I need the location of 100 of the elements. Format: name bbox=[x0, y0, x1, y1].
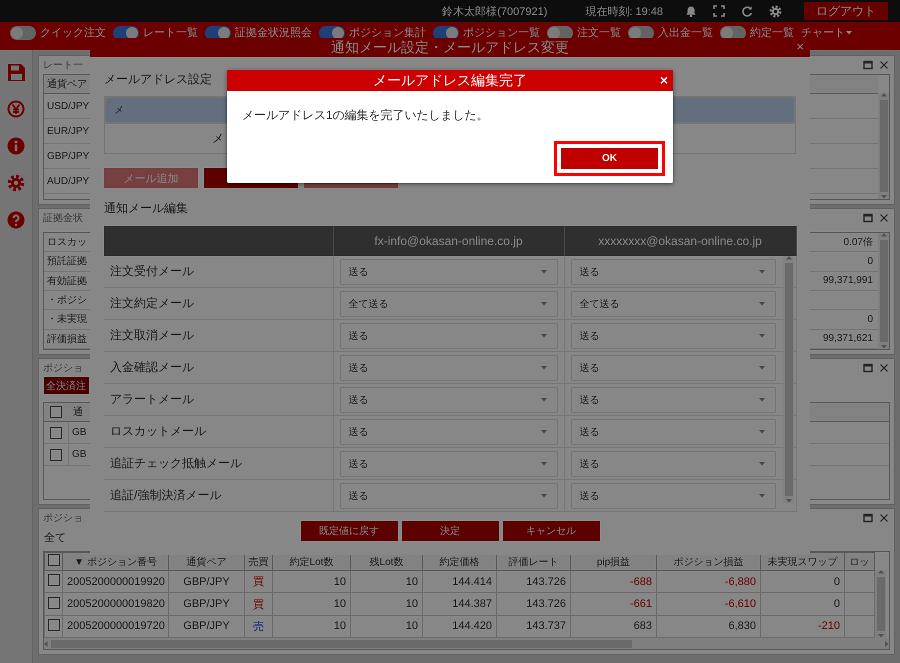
close-icon[interactable] bbox=[879, 213, 889, 223]
select-field[interactable]: 送る bbox=[570, 450, 776, 476]
scroll-up-icon[interactable] bbox=[878, 570, 884, 574]
select-field[interactable]: 送る bbox=[340, 482, 558, 508]
maximize-icon[interactable] bbox=[863, 363, 873, 373]
row-value: 99,371,991 bbox=[822, 275, 873, 286]
table-cell: 2005200000019920 bbox=[62, 570, 168, 593]
row-label: 有効証拠 bbox=[47, 274, 87, 288]
select-field[interactable]: 送る bbox=[570, 418, 776, 444]
ok-button[interactable]: OK bbox=[561, 148, 658, 169]
scroll-down-icon[interactable] bbox=[880, 195, 886, 199]
caret-icon bbox=[758, 334, 764, 338]
maximize-icon[interactable] bbox=[863, 513, 873, 523]
filter-select[interactable]: 全て bbox=[44, 532, 66, 544]
panel-title: ポジショ bbox=[43, 512, 83, 525]
caret-icon bbox=[540, 366, 546, 370]
row-label: 評価損益 bbox=[47, 332, 87, 346]
current-time: 現在時刻: 19:48 bbox=[585, 4, 663, 18]
table-cell: EUR/JPY bbox=[47, 126, 90, 136]
table-cell: GBP/JPY bbox=[47, 150, 90, 162]
toggle-switch[interactable] bbox=[433, 26, 459, 40]
table-cell: 10 bbox=[272, 570, 350, 593]
select-field[interactable]: 送る bbox=[340, 354, 558, 380]
checkbox[interactable] bbox=[50, 406, 62, 418]
toggle-switch[interactable] bbox=[628, 26, 654, 40]
scroll-up-icon[interactable] bbox=[880, 233, 886, 237]
chart-menu[interactable]: チャート bbox=[801, 25, 845, 40]
scroll-right-icon[interactable] bbox=[885, 640, 889, 646]
select-field[interactable]: 送る bbox=[570, 322, 776, 348]
select-field[interactable]: 全て送る bbox=[570, 290, 776, 316]
column-header[interactable]: ロッ bbox=[844, 552, 874, 571]
maximize-icon[interactable] bbox=[863, 213, 873, 223]
toggle-switch[interactable] bbox=[10, 26, 36, 40]
close-icon[interactable] bbox=[879, 60, 889, 70]
save-icon[interactable] bbox=[7, 63, 25, 81]
bell-icon[interactable] bbox=[685, 5, 697, 17]
caret-icon bbox=[540, 462, 546, 466]
row-label: ・未実現 bbox=[47, 312, 87, 326]
cancel-button[interactable]: キャンセル bbox=[502, 521, 600, 541]
column-header: fx-info@okasan-online.co.jp bbox=[333, 226, 564, 256]
table-cell: 10 bbox=[350, 570, 422, 593]
select-field[interactable]: 送る bbox=[570, 482, 776, 508]
scrollbar[interactable] bbox=[44, 638, 889, 649]
row-label: ロスカッ bbox=[47, 236, 87, 250]
checkbox[interactable] bbox=[48, 574, 60, 586]
checkbox[interactable] bbox=[48, 618, 60, 631]
table-cell: -6,880 bbox=[656, 570, 760, 593]
close-button[interactable]: × bbox=[796, 39, 804, 54]
toggle-switch[interactable] bbox=[205, 26, 231, 40]
scroll-down-icon[interactable] bbox=[880, 345, 886, 349]
help-icon[interactable] bbox=[7, 211, 25, 229]
table-cell: 144.387 bbox=[422, 592, 496, 616]
select-field[interactable]: 送る bbox=[340, 386, 558, 412]
toggle-switch[interactable] bbox=[319, 26, 345, 40]
scroll-down-icon[interactable] bbox=[786, 499, 792, 503]
row-label: 追証/強制決済メール bbox=[104, 480, 333, 512]
scroll-up-icon[interactable] bbox=[880, 93, 886, 97]
scroll-left-icon[interactable] bbox=[44, 640, 48, 646]
table-cell: -661 bbox=[570, 592, 656, 616]
close-button[interactable]: × bbox=[660, 72, 668, 88]
select-field[interactable]: 全て送る bbox=[340, 290, 558, 316]
info-icon[interactable] bbox=[7, 137, 25, 155]
toggle-switch[interactable] bbox=[547, 26, 573, 40]
checkbox[interactable] bbox=[48, 596, 60, 609]
scrollbar[interactable] bbox=[878, 233, 889, 349]
select-field[interactable]: 送る bbox=[340, 450, 558, 476]
scrollbar[interactable] bbox=[783, 256, 794, 503]
maximize-icon[interactable] bbox=[863, 60, 873, 70]
confirm-button[interactable]: 決定 bbox=[402, 521, 498, 541]
logout-button[interactable]: ログアウト bbox=[804, 2, 888, 20]
close-icon[interactable] bbox=[879, 363, 889, 373]
checkbox[interactable] bbox=[50, 448, 62, 460]
select-field[interactable]: 送る bbox=[570, 258, 776, 284]
yen-icon[interactable] bbox=[7, 100, 25, 118]
select-field[interactable]: 送る bbox=[570, 386, 776, 412]
toggle-label: ポジション一覧 bbox=[463, 26, 540, 40]
row-value: 0 bbox=[867, 314, 873, 325]
toggle-switch[interactable] bbox=[113, 26, 139, 40]
refresh-icon[interactable] bbox=[741, 5, 753, 17]
select-field[interactable]: 送る bbox=[340, 258, 558, 284]
toggle-label: クイック注文 bbox=[40, 26, 106, 40]
select-field[interactable]: 送る bbox=[340, 322, 558, 348]
close-all-button[interactable]: 全決済注 bbox=[44, 377, 89, 394]
table-cell: AUD/JPY bbox=[47, 176, 90, 186]
row-label: 追証チェック抵触メール bbox=[104, 448, 333, 480]
caret-icon bbox=[758, 366, 764, 370]
caret-icon bbox=[540, 334, 546, 338]
checkbox[interactable] bbox=[48, 554, 60, 566]
select-field[interactable]: 送る bbox=[340, 418, 558, 444]
toggle-label: 注文一覧 bbox=[577, 26, 621, 40]
scrollbar[interactable] bbox=[878, 93, 889, 199]
caret-icon bbox=[846, 31, 853, 35]
toggle-switch[interactable] bbox=[720, 26, 746, 40]
fullscreen-icon[interactable] bbox=[713, 5, 725, 17]
select-field[interactable]: 送る bbox=[570, 354, 776, 380]
scrollbar[interactable] bbox=[875, 570, 886, 638]
reset-button[interactable]: 既定値に戻す bbox=[300, 521, 398, 541]
close-icon[interactable] bbox=[879, 513, 889, 523]
checkbox[interactable] bbox=[50, 426, 62, 438]
settings-icon[interactable] bbox=[7, 174, 25, 192]
